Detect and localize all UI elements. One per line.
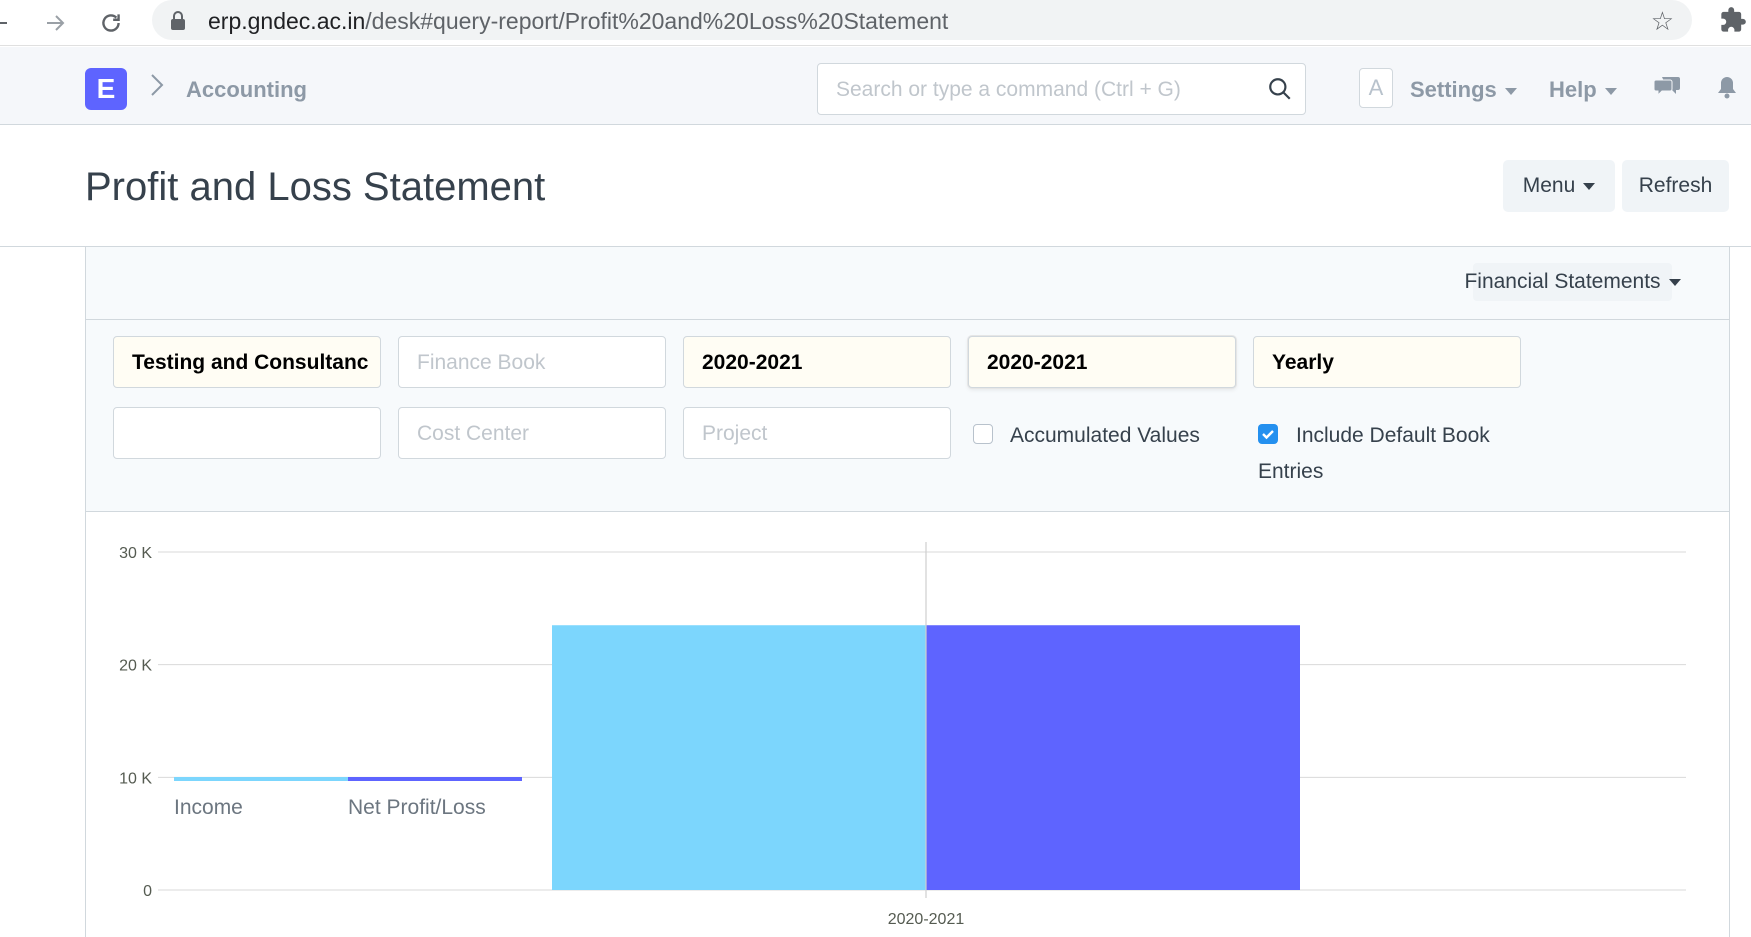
y-tick-label: 10 K <box>119 770 152 787</box>
cost-center-field[interactable]: Cost Center <box>398 407 666 459</box>
bar-net-profit-loss <box>926 625 1300 890</box>
menu-label: Menu <box>1522 174 1576 197</box>
caret-down-icon <box>1504 87 1517 95</box>
back-arrow-icon[interactable] <box>0 6 16 40</box>
caret-down-icon <box>1668 278 1681 286</box>
profit-loss-chart: 0 10 K 20 K 30 K 2020-2021 <box>119 542 1686 928</box>
y-tick-label: 30 K <box>119 545 152 562</box>
app-navbar: E Accounting Search or type a command (C… <box>0 47 1751 125</box>
address-bar[interactable]: erp.gndec.ac.in/desk#query-report/Profit… <box>152 0 1692 40</box>
bookmark-star-icon[interactable]: ☆ <box>1651 6 1674 37</box>
caret-down-icon <box>1583 182 1596 190</box>
accumulated-values-checkbox[interactable] <box>973 424 993 444</box>
project-field[interactable]: Project <box>683 407 951 459</box>
report-panel: Financial Statements Testing and Consult… <box>85 247 1730 937</box>
menu-button[interactable]: Menu <box>1503 160 1615 212</box>
y-tick-label: 20 K <box>119 658 152 675</box>
caret-down-icon <box>1604 87 1617 95</box>
app-logo[interactable]: E <box>85 68 127 110</box>
refresh-button[interactable]: Refresh <box>1622 160 1729 212</box>
refresh-label: Refresh <box>1638 174 1713 197</box>
chart-area: 0 10 K 20 K 30 K 2020-2021 Income Net Profit/… <box>86 512 1729 937</box>
include-default-book-entries-label: Include Default Book <box>1296 424 1490 447</box>
settings-label: Settings <box>1410 77 1497 102</box>
checkmark-icon <box>1262 430 1274 440</box>
financial-statements-label: Financial Statements <box>1464 270 1661 293</box>
legend-swatch <box>348 777 522 781</box>
legend-label: Net Profit/Loss <box>348 796 486 819</box>
search-placeholder: Search or type a command (Ctrl + G) <box>836 78 1181 101</box>
awesome-bar-search[interactable]: Search or type a command (Ctrl + G) <box>817 63 1306 115</box>
legend-label: Income <box>174 796 243 819</box>
include-default-book-entries-checkbox[interactable] <box>1258 424 1278 444</box>
company-field[interactable]: Testing and Consultanc <box>113 336 381 388</box>
help-label: Help <box>1549 77 1597 102</box>
periodicity-field[interactable]: Yearly <box>1253 336 1521 388</box>
lock-icon <box>170 11 186 36</box>
legend-swatch <box>174 777 348 781</box>
reload-icon[interactable] <box>94 6 128 40</box>
settings-dropdown[interactable]: Settings <box>1410 77 1517 103</box>
chevron-right-icon <box>150 73 164 102</box>
y-tick-label: 0 <box>143 883 152 900</box>
to-fiscal-year-field[interactable]: 2020-2021 <box>968 336 1236 388</box>
filter-area: Testing and Consultanc Finance Book 2020… <box>86 320 1729 512</box>
browser-toolbar: erp.gndec.ac.in/desk#query-report/Profit… <box>0 0 1751 46</box>
url-text: erp.gndec.ac.in/desk#query-report/Profit… <box>208 8 949 34</box>
search-icon[interactable] <box>1267 76 1293 107</box>
extensions-puzzle-icon[interactable] <box>1719 6 1747 39</box>
forward-arrow-icon[interactable] <box>38 6 72 40</box>
breadcrumb-accounting[interactable]: Accounting <box>186 77 307 103</box>
x-tick-label: 2020-2021 <box>888 911 965 928</box>
bar-income <box>552 625 926 890</box>
from-fiscal-year-field[interactable]: 2020-2021 <box>683 336 951 388</box>
help-dropdown[interactable]: Help <box>1549 77 1617 103</box>
accumulated-values-label: Accumulated Values <box>1010 424 1200 447</box>
include-default-book-entries-label-cont: Entries <box>1258 460 1324 483</box>
user-avatar[interactable]: A <box>1359 68 1393 108</box>
finance-book-field[interactable]: Finance Book <box>398 336 666 388</box>
financial-statements-dropdown[interactable]: Financial Statements <box>1464 263 1681 301</box>
filter-empty-field[interactable] <box>113 407 381 459</box>
notification-bell-icon[interactable] <box>1716 75 1738 104</box>
page-title: Profit and Loss Statement <box>85 165 546 209</box>
chat-icon[interactable] <box>1653 75 1682 102</box>
report-toolbar: Financial Statements <box>86 247 1729 320</box>
